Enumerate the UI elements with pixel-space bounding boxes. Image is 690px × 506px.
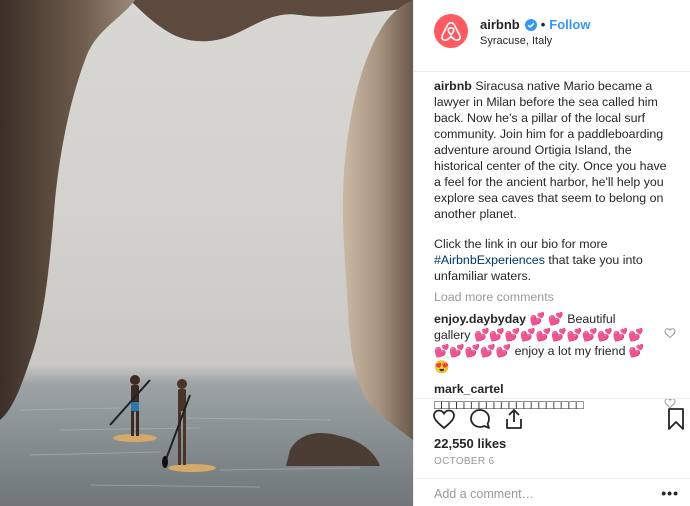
comment-like-heart-icon[interactable] — [664, 327, 676, 339]
verified-badge-icon — [524, 18, 537, 31]
action-bar — [414, 398, 690, 438]
caption-text-2a: Click the link in our bio for more — [434, 237, 608, 251]
post-date[interactable]: OCTOBER 6 — [434, 456, 494, 467]
caption-text: Siracusa native Mario became a lawyer in… — [434, 79, 667, 221]
post-header: airbnb • Follow Syracuse, Italy — [414, 0, 690, 72]
caption: airbnb Siracusa native Mario became a la… — [434, 78, 674, 284]
comment-emoji: 💕 💕 — [529, 312, 564, 326]
caption-username[interactable]: airbnb — [434, 79, 472, 93]
share-icon[interactable] — [502, 407, 526, 431]
comment-icon[interactable] — [468, 407, 492, 431]
comment-username[interactable]: mark_cartel — [434, 382, 504, 396]
post-header-row: airbnb • Follow — [480, 17, 590, 32]
sea-cave-photo — [0, 0, 413, 506]
likes-count[interactable]: 22,550 likes — [434, 436, 506, 451]
comment-item: enjoy.daybyday 💕 💕 Beautiful gallery 💕💕💕… — [434, 311, 676, 375]
post-photo[interactable] — [0, 0, 413, 506]
separator-dot: • — [540, 17, 546, 32]
comment-username[interactable]: enjoy.daybyday — [434, 312, 526, 326]
load-more-comments-button[interactable]: Load more comments — [434, 289, 674, 305]
hashtag-link[interactable]: #AirbnbExperiences — [434, 253, 545, 267]
bookmark-icon[interactable] — [664, 407, 688, 431]
heart-icon[interactable] — [432, 407, 456, 431]
post-side-panel: airbnb • Follow Syracuse, Italy airbnb S… — [413, 0, 690, 506]
more-options-button[interactable]: ••• — [661, 485, 679, 501]
comments-section: airbnb Siracusa native Mario became a la… — [434, 78, 676, 413]
airbnb-logo-icon — [441, 21, 461, 41]
add-comment-bar: ••• — [414, 478, 690, 506]
username[interactable]: airbnb — [480, 17, 520, 32]
add-comment-input[interactable] — [434, 487, 644, 501]
follow-button[interactable]: Follow — [549, 17, 590, 32]
avatar[interactable] — [434, 14, 468, 48]
comment-text: enjoy a lot my friend — [511, 344, 629, 358]
location-link[interactable]: Syracuse, Italy — [480, 35, 552, 47]
